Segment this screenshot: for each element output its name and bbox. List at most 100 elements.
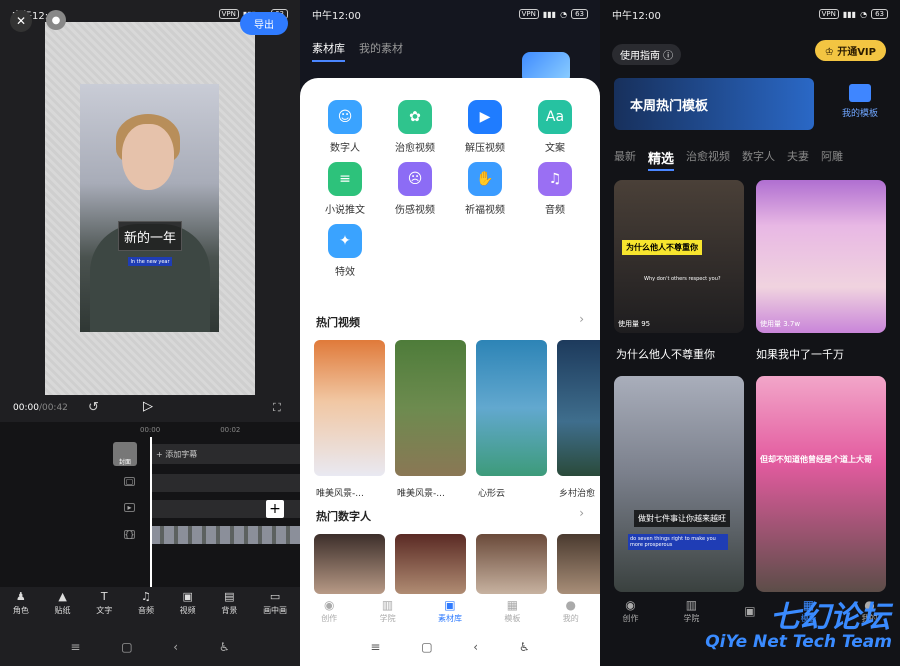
add-track-button[interactable]: + bbox=[266, 500, 284, 518]
accessibility-icon[interactable]: ♿ bbox=[219, 640, 230, 654]
watermark-logo: 七幻论坛 bbox=[770, 600, 890, 635]
play-icon[interactable]: ▷ bbox=[143, 399, 153, 414]
template-card[interactable]: 但却不知道他曾经是个道上大哥 bbox=[756, 376, 886, 592]
nav-templates[interactable]: ▦ 模板 bbox=[504, 598, 520, 624]
category-copy[interactable]: Aa 文案 bbox=[520, 100, 590, 154]
watermark-text: QiYe Net Tech Team bbox=[705, 632, 892, 652]
nav-create[interactable]: ◉ 创作 bbox=[321, 598, 337, 624]
tool-video[interactable]: ▣ 视频 bbox=[180, 590, 196, 625]
track-bar-1[interactable] bbox=[150, 474, 300, 492]
template-card[interactable]: 为什么他人不尊重你 Why don't others respect you? … bbox=[614, 180, 744, 333]
hot-digital-title: 热门数字人 bbox=[316, 510, 371, 523]
nav-academy[interactable]: ▥ 学院 bbox=[380, 598, 396, 624]
fullscreen-icon[interactable]: ⛶ bbox=[273, 401, 281, 415]
vip-button[interactable]: ♔ 开通VIP bbox=[814, 40, 886, 61]
accessibility-icon[interactable]: ♿ bbox=[519, 640, 530, 654]
video-preview[interactable] bbox=[80, 84, 219, 332]
chevron-right-icon[interactable]: › bbox=[579, 506, 584, 520]
category-novel[interactable]: ≡ 小说推文 bbox=[310, 162, 380, 216]
timecode: 00:00/00:42 bbox=[13, 403, 68, 413]
back-icon[interactable]: ‹ bbox=[173, 640, 178, 654]
nav-me[interactable]: ● 我的 bbox=[563, 598, 579, 624]
bottom-nav: ◉ 创作 ▥ 学院 ▣ 素材库 ▦ 模板 ● 我的 bbox=[300, 594, 600, 628]
nav-library[interactable]: ▣ 素材库 bbox=[438, 598, 462, 624]
cat-featured[interactable]: 精选 bbox=[648, 148, 675, 171]
library-screen: 中午12:00 VPN ▮▮▮ ◔ 63 素材库 我的素材 ☺ 数字人 ✿ 治愈视频 ▶ 解… bbox=[300, 0, 600, 666]
add-subtitle-button[interactable]: + 添加字幕 bbox=[150, 444, 300, 464]
template-card[interactable]: 做對七件事让你越来越旺 do seven things right to mak… bbox=[614, 376, 744, 592]
digital-human-thumb[interactable] bbox=[557, 534, 600, 594]
video-thumb[interactable]: 心形云 bbox=[476, 340, 547, 499]
template-card[interactable]: 使用量 3.7w bbox=[756, 180, 886, 333]
category-relax[interactable]: ▶ 解压视频 bbox=[450, 100, 520, 154]
nav-academy[interactable]: ▥ 学院 bbox=[683, 598, 699, 624]
tool-background[interactable]: ▤ 背景 bbox=[221, 590, 237, 625]
library-tabs: 素材库 我的素材 bbox=[312, 40, 403, 62]
home-icon[interactable]: ▢ bbox=[121, 640, 132, 654]
wifi-icon: ◔ bbox=[560, 9, 568, 19]
cat-couple[interactable]: 夫妻 bbox=[787, 148, 809, 171]
tool-sticker[interactable]: ▲ 贴纸 bbox=[55, 590, 71, 625]
card-subcaption: do seven things right to make you more p… bbox=[628, 534, 728, 550]
lightbulb-icon[interactable]: ● bbox=[46, 10, 66, 30]
tool-audio[interactable]: ♫ 音频 bbox=[138, 590, 154, 625]
wifi-icon: ◔ bbox=[860, 9, 868, 19]
category-audio[interactable]: ♫ 音频 bbox=[520, 162, 590, 216]
menu-icon[interactable]: ≡ bbox=[70, 640, 80, 654]
tool-role[interactable]: ♟ 角色 bbox=[13, 590, 29, 625]
video-icon: ▣ bbox=[182, 590, 193, 603]
healing-icon: ✿ bbox=[398, 100, 432, 134]
home-icon[interactable]: ▢ bbox=[421, 640, 432, 654]
card-title: 如果我中了一千万 bbox=[756, 348, 844, 361]
tool-pip[interactable]: ▭ 画中画 bbox=[263, 590, 287, 625]
video-thumb[interactable]: 乡村治愈 bbox=[557, 340, 600, 499]
digital-human-thumb[interactable] bbox=[395, 534, 466, 594]
video-thumb[interactable]: 唯美风景-... bbox=[395, 340, 466, 499]
hot-videos-title: 热门视频 bbox=[316, 316, 360, 329]
playhead[interactable] bbox=[150, 437, 152, 587]
category-blessing[interactable]: ✋ 祈福视频 bbox=[450, 162, 520, 216]
video-filmstrip[interactable] bbox=[150, 526, 300, 544]
category-sad[interactable]: ☹ 伤感视频 bbox=[380, 162, 450, 216]
close-icon[interactable]: ✕ bbox=[10, 10, 32, 32]
category-effects[interactable]: ✦ 特效 bbox=[310, 224, 380, 278]
my-templates-button[interactable]: 我的模板 bbox=[842, 84, 878, 119]
caption-main[interactable]: 新的一年 bbox=[118, 221, 182, 251]
undo-icon[interactable]: ↺ bbox=[88, 400, 99, 415]
person-icon: ♟ bbox=[15, 590, 26, 603]
effects-icon: ✦ bbox=[328, 224, 362, 258]
back-icon[interactable]: ‹ bbox=[473, 640, 478, 654]
timeline[interactable]: 00:00 00:02 封面 + 添加字幕 ▢ ▸ + {} bbox=[0, 422, 300, 587]
cat-healing[interactable]: 治愈视频 bbox=[686, 148, 730, 171]
digital-human-thumb[interactable] bbox=[476, 534, 547, 594]
video-thumb[interactable]: 唯美风景-... bbox=[314, 340, 385, 499]
cover-thumb[interactable]: 封面 bbox=[113, 442, 137, 466]
status-bar: 中午12:00 VPN▮▮▮◔63 bbox=[300, 0, 600, 28]
category-healing[interactable]: ✿ 治愈视频 bbox=[380, 100, 450, 154]
card-subcaption: Why don't others respect you? bbox=[644, 276, 721, 282]
cat-digital-human[interactable]: 数字人 bbox=[742, 148, 775, 171]
status-bar: 中午12:00 VPN▮▮▮◔63 bbox=[600, 0, 900, 28]
digital-human-thumb[interactable] bbox=[314, 534, 385, 594]
create-icon: ◉ bbox=[323, 598, 335, 612]
cat-adiao[interactable]: 阿雕 bbox=[821, 148, 843, 171]
category-digital-human[interactable]: ☺ 数字人 bbox=[310, 100, 380, 154]
nav-library[interactable]: ▣ bbox=[744, 604, 755, 619]
guide-button[interactable]: 使用指南 ⓘ bbox=[612, 44, 682, 65]
caption-sub[interactable]: In the new year bbox=[128, 257, 172, 266]
tab-my-assets[interactable]: 我的素材 bbox=[359, 40, 403, 62]
nav-create[interactable]: ◉ 创作 bbox=[622, 598, 638, 624]
novel-icon: ≡ bbox=[328, 162, 362, 196]
usage-count: 使用量 95 bbox=[618, 320, 651, 328]
timeline-ruler: 00:00 00:02 bbox=[140, 426, 241, 434]
sticker-icon: ▲ bbox=[58, 590, 67, 603]
text-icon: T bbox=[100, 590, 108, 603]
cat-latest[interactable]: 最新 bbox=[614, 148, 636, 171]
chevron-right-icon[interactable]: › bbox=[579, 312, 584, 326]
tool-text[interactable]: T 文字 bbox=[96, 590, 112, 625]
hot-template-banner[interactable]: 本周热门模板 bbox=[614, 78, 814, 130]
menu-icon[interactable]: ≡ bbox=[370, 640, 380, 654]
copy-icon: Aa bbox=[538, 100, 572, 134]
export-button[interactable]: 导出 bbox=[240, 12, 288, 35]
tab-library[interactable]: 素材库 bbox=[312, 40, 345, 62]
